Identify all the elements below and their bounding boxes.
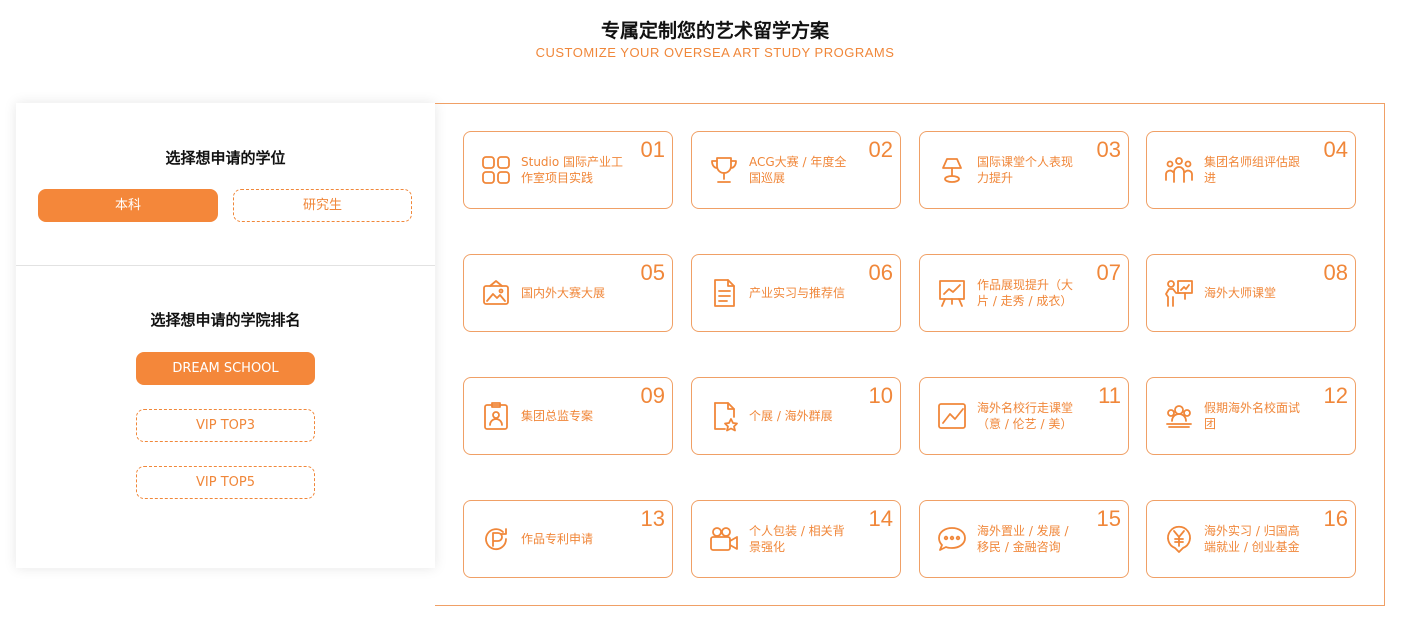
service-label: 国内外大赛大展	[521, 286, 606, 300]
service-number: 04	[1323, 137, 1348, 162]
service-card-02[interactable]: ACG大赛 / 年度全国巡展 02	[691, 131, 901, 209]
service-number: 15	[1096, 506, 1121, 531]
group-icon	[1163, 400, 1195, 432]
service-label: 产业实习与推荐信	[749, 286, 846, 300]
service-number: 13	[640, 506, 665, 531]
service-number: 03	[1096, 137, 1121, 162]
service-number: 07	[1096, 260, 1121, 285]
chat-icon	[936, 523, 968, 555]
service-card-04[interactable]: 集团名师组评估跟进 04	[1146, 131, 1356, 209]
service-number: 01	[640, 137, 665, 162]
degree-option-bachelor[interactable]: 本科	[38, 189, 218, 222]
service-card-10[interactable]: 个展 / 海外群展 10	[691, 377, 901, 455]
chart-board-icon	[936, 277, 968, 309]
yen-icon	[1163, 523, 1195, 555]
camera-icon	[708, 523, 740, 555]
ranking-title: 选择想申请的学院排名	[150, 311, 301, 329]
service-card-01[interactable]: Studio 国际产业工作室项目实践 01	[463, 131, 673, 209]
service-label: 集团名师组评估跟进	[1204, 155, 1301, 185]
panel-divider	[16, 265, 435, 266]
team-icon	[1163, 154, 1195, 186]
service-number: 02	[868, 137, 893, 162]
service-card-16[interactable]: 海外实习 / 归国高端就业 / 创业基金 16	[1146, 500, 1356, 578]
service-label: 作品展现提升（大片 / 走秀 / 成衣）	[977, 278, 1074, 308]
service-label: 个人包装 / 相关背景强化	[749, 524, 845, 554]
service-number: 11	[1098, 383, 1121, 408]
service-label: 作品专利申请	[521, 532, 594, 546]
exhibition-icon	[480, 277, 512, 309]
patent-icon	[480, 523, 512, 555]
service-label: 海外实习 / 归国高端就业 / 创业基金	[1204, 524, 1300, 554]
service-number: 14	[868, 506, 893, 531]
service-label: Studio 国际产业工作室项目实践	[521, 155, 624, 185]
service-card-09[interactable]: 集团总监专案 09	[463, 377, 673, 455]
service-number: 05	[640, 260, 665, 285]
service-card-08[interactable]: 海外大师课堂 08	[1146, 254, 1356, 332]
ranking-option-vip-top3[interactable]: VIP TOP3	[136, 409, 315, 442]
service-number: 09	[640, 383, 665, 408]
service-number: 10	[868, 383, 893, 408]
grid-icon	[480, 154, 512, 186]
teacher-icon	[1163, 277, 1195, 309]
lamp-icon	[936, 154, 968, 186]
service-label: 海外名校行走课堂（意 / 伦艺 / 美）	[977, 401, 1074, 431]
service-card-12[interactable]: 假期海外名校面试团 12	[1146, 377, 1356, 455]
line-chart-icon	[936, 400, 968, 432]
degree-title: 选择想申请的学位	[165, 149, 286, 167]
ranking-option-dream-school[interactable]: DREAM SCHOOL	[136, 352, 315, 385]
selection-panel: 选择想申请的学位 本科 研究生 选择想申请的学院排名 DREAM SCHOOL …	[16, 103, 435, 568]
service-label: 集团总监专案	[521, 409, 594, 423]
service-number: 12	[1323, 383, 1348, 408]
service-label: 海外大师课堂	[1204, 286, 1277, 300]
service-number: 16	[1323, 506, 1348, 531]
file-star-icon	[708, 400, 740, 432]
service-label: 海外置业 / 发展 / 移民 / 金融咨询	[977, 524, 1069, 554]
service-label: ACG大赛 / 年度全国巡展	[749, 155, 847, 185]
service-card-13[interactable]: 作品专利申请 13	[463, 500, 673, 578]
service-card-03[interactable]: 国际课堂个人表现力提升 03	[919, 131, 1129, 209]
service-card-15[interactable]: 海外置业 / 发展 / 移民 / 金融咨询 15	[919, 500, 1129, 578]
page-title: 专属定制您的艺术留学方案	[600, 20, 829, 42]
service-label: 个展 / 海外群展	[749, 409, 833, 423]
badge-icon	[480, 400, 512, 432]
service-card-05[interactable]: 国内外大赛大展 05	[463, 254, 673, 332]
degree-option-master[interactable]: 研究生	[233, 189, 412, 222]
page-subtitle: CUSTOMIZE YOUR OVERSEA ART STUDY PROGRAM…	[535, 45, 895, 60]
service-card-14[interactable]: 个人包装 / 相关背景强化 14	[691, 500, 901, 578]
service-number: 06	[868, 260, 893, 285]
ranking-option-vip-top5[interactable]: VIP TOP5	[136, 466, 315, 499]
document-icon	[708, 277, 740, 309]
service-card-06[interactable]: 产业实习与推荐信 06	[691, 254, 901, 332]
service-label: 假期海外名校面试团	[1204, 401, 1301, 431]
service-card-11[interactable]: 海外名校行走课堂（意 / 伦艺 / 美） 11	[919, 377, 1129, 455]
service-number: 08	[1323, 260, 1348, 285]
trophy-icon	[708, 154, 740, 186]
service-card-07[interactable]: 作品展现提升（大片 / 走秀 / 成衣） 07	[919, 254, 1129, 332]
service-label: 国际课堂个人表现力提升	[977, 155, 1074, 185]
